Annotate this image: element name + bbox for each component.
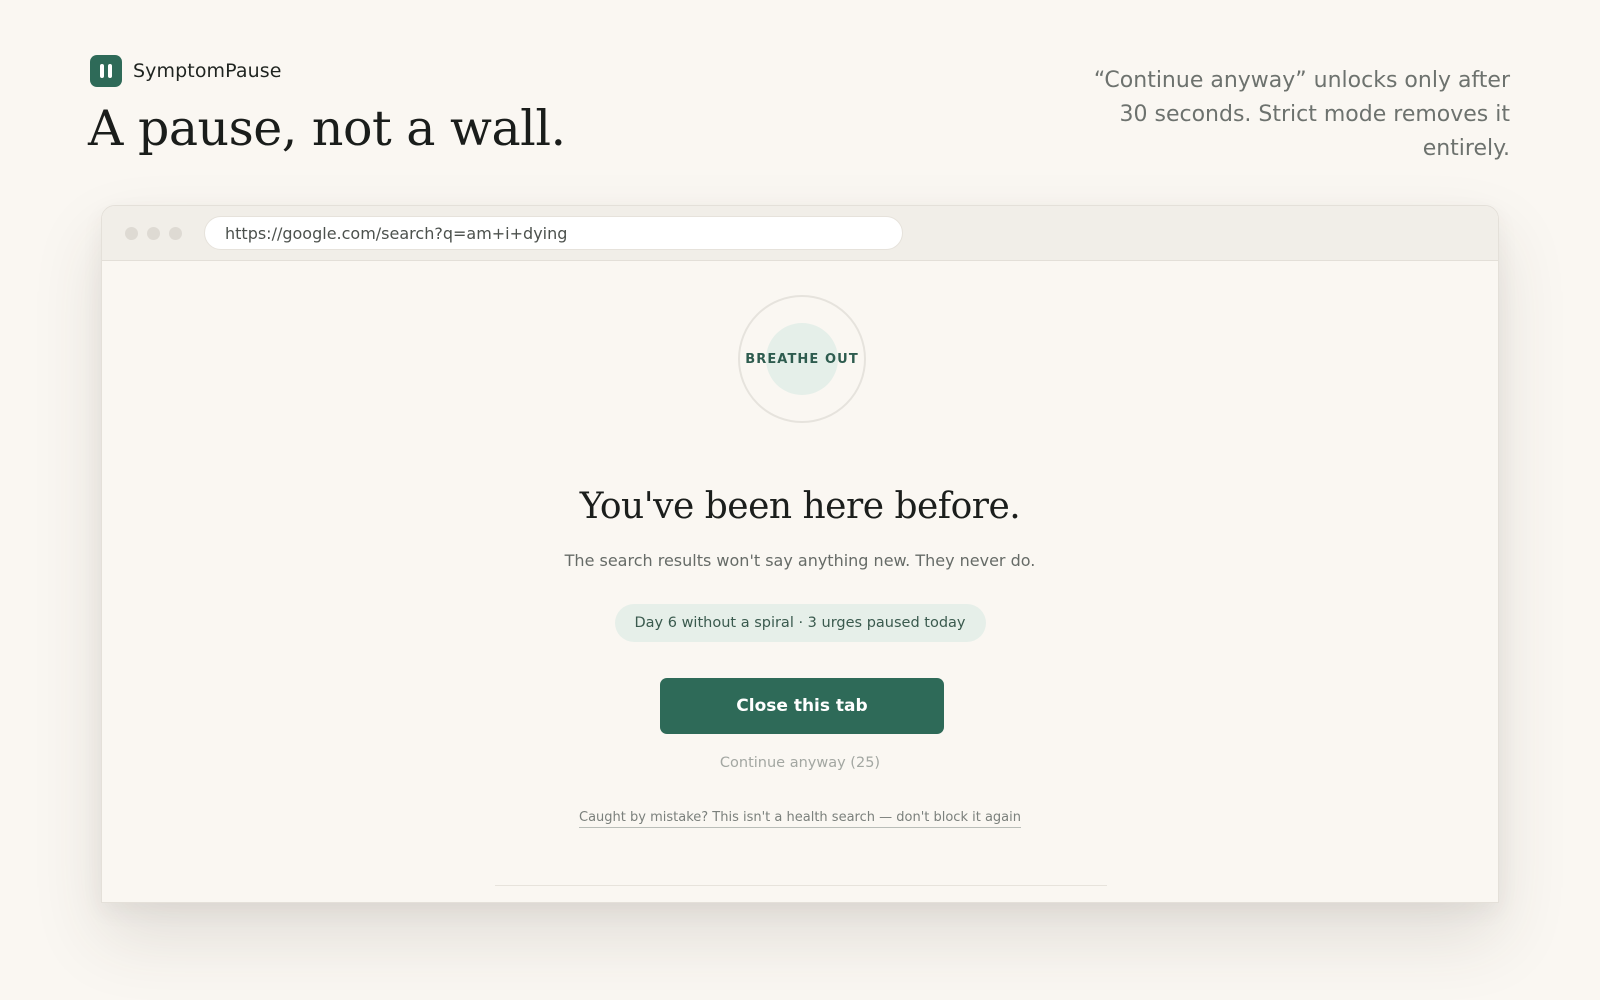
divider [495, 885, 1107, 886]
browser-window: https://google.com/search?q=am+i+dying B… [101, 205, 1499, 903]
side-note: “Continue anyway” unlocks only after 30 … [1093, 68, 1510, 161]
brand-name: SymptomPause [133, 60, 282, 82]
window-close-dot[interactable] [125, 226, 138, 240]
streak-pill-row: Day 6 without a spiral · 3 urges paused … [102, 604, 1498, 642]
continue-anyway-link[interactable]: Continue anyway (25) [720, 755, 880, 771]
close-tab-button[interactable]: Close this tab [660, 678, 944, 734]
browser-toolbar: https://google.com/search?q=am+i+dying [102, 206, 1498, 261]
breathing-indicator: BREATHE OUT [738, 295, 866, 423]
window-minimize-dot[interactable] [147, 226, 160, 240]
headline: A pause, not a wall. [88, 100, 566, 157]
window-controls [125, 226, 182, 240]
address-bar[interactable]: https://google.com/search?q=am+i+dying [204, 216, 903, 250]
pause-icon [90, 55, 122, 87]
intercept-title: You've been here before. [579, 486, 1021, 527]
window-maximize-dot[interactable] [169, 226, 182, 240]
intercept-screen: BREATHE OUT You've been here before. The… [102, 261, 1498, 902]
brand: SymptomPause [90, 55, 282, 87]
intercept-subtitle: The search results won't say anything ne… [564, 551, 1036, 570]
breathe-label: BREATHE OUT [745, 351, 859, 367]
address-bar-url: https://google.com/search?q=am+i+dying [225, 223, 568, 243]
continue-anyway-row: Continue anyway (25) [102, 755, 1498, 771]
streak-badge: Day 6 without a spiral · 3 urges paused … [614, 604, 986, 642]
not-health-search-link[interactable]: Caught by mistake? This isn't a health s… [579, 810, 1021, 828]
mistake-row: Caught by mistake? This isn't a health s… [102, 806, 1498, 828]
page: SymptomPause A pause, not a wall. “Conti… [0, 0, 1600, 1000]
